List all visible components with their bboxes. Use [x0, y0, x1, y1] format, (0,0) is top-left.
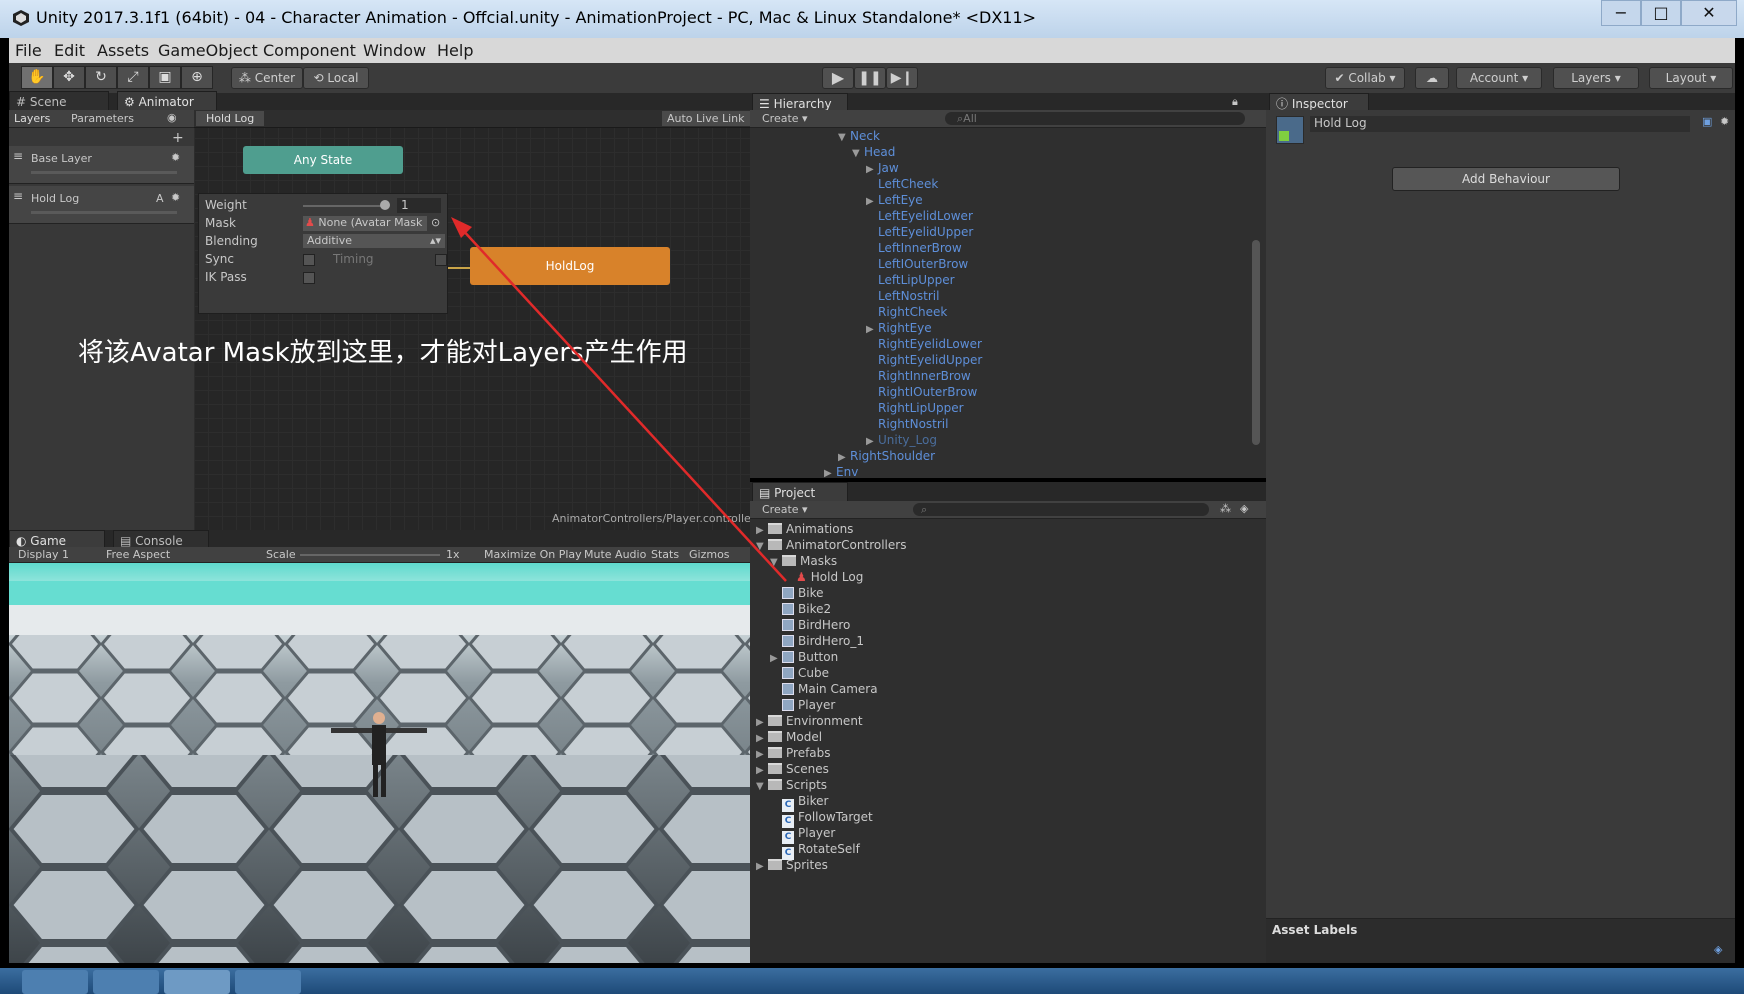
annotation-arrow [451, 217, 787, 582]
browser-taskbar-icon[interactable] [93, 970, 159, 994]
unity-taskbar-icon[interactable] [164, 970, 230, 994]
windows-taskbar [0, 968, 1744, 994]
app-taskbar-icon[interactable] [235, 970, 301, 994]
chrome-taskbar-icon[interactable] [22, 970, 88, 994]
